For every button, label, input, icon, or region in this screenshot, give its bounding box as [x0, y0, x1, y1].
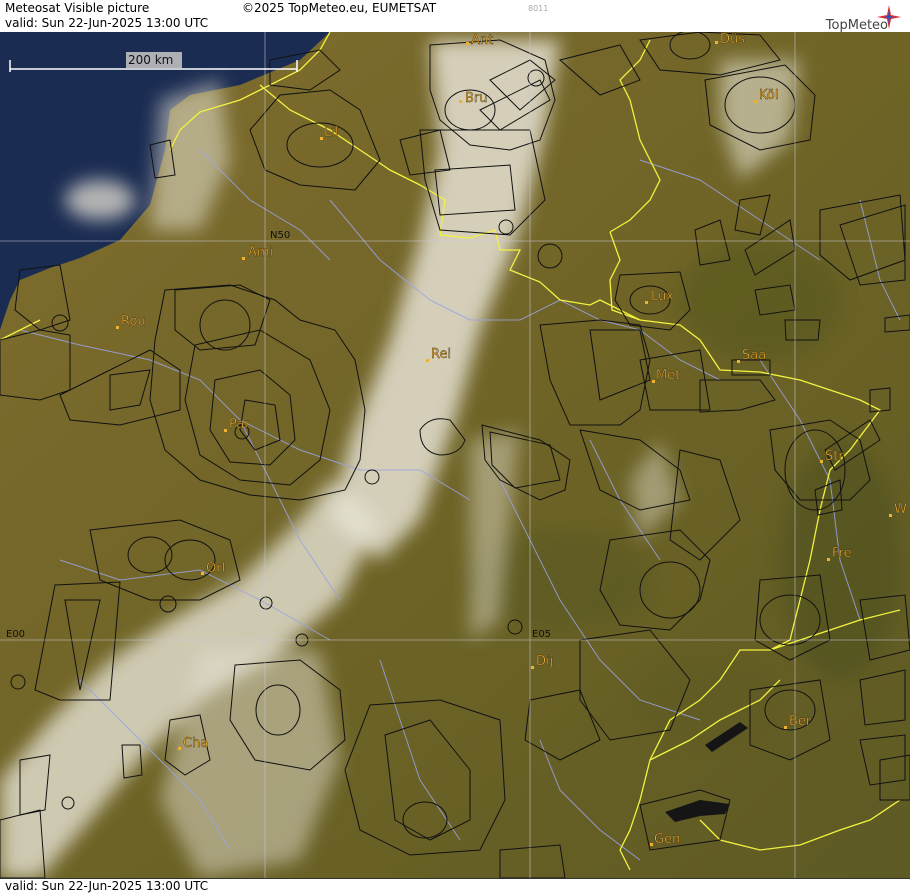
svg-text:Ant: Ant — [471, 33, 493, 48]
footer-valid-time: valid: Sun 22-Jun-2025 13:00 UTC — [5, 879, 209, 893]
svg-text:Met: Met — [656, 368, 680, 383]
lon-label-e00: E00 — [6, 629, 25, 640]
lat-label-n50: N50 — [270, 230, 290, 241]
header-bar: Meteosat Visible picture valid: Sun 22-J… — [0, 0, 910, 33]
svg-text:Orl: Orl — [206, 561, 225, 576]
svg-text:Cha: Cha — [183, 736, 208, 751]
city-dusseldorf[interactable]: Düs — [715, 32, 745, 47]
svg-text:Lil: Lil — [324, 125, 338, 140]
svg-text:Str: Str — [825, 449, 844, 464]
city-geneva[interactable]: Gen — [650, 832, 681, 847]
city-rouen[interactable]: Rou — [116, 314, 146, 329]
meteosat-viewer: Meteosat Visible picture valid: Sun 22-J… — [0, 0, 910, 893]
city-bern[interactable]: Ber — [784, 714, 812, 729]
svg-text:Köl: Köl — [759, 88, 778, 103]
footer-bar: valid: Sun 22-Jun-2025 13:00 UTC — [0, 878, 910, 893]
svg-text:Saa: Saa — [742, 348, 766, 363]
svg-text:Rei: Rei — [431, 347, 451, 362]
svg-text:Dij: Dij — [536, 654, 553, 669]
svg-text:Bru: Bru — [465, 91, 488, 106]
city-antwerp[interactable]: Ant — [466, 33, 493, 48]
svg-text:Rou: Rou — [121, 314, 146, 329]
svg-text:Fre: Fre — [832, 546, 852, 561]
satellite-map[interactable]: N50 E00 E05 200 km Ant Düs Bru Köl Lil A… — [0, 32, 910, 878]
svg-text:Düs: Düs — [720, 32, 745, 47]
city-metz[interactable]: Met — [652, 368, 681, 383]
image-code: 8011 — [528, 4, 549, 13]
svg-text:Lux: Lux — [651, 289, 674, 304]
svg-text:Ber: Ber — [789, 714, 812, 729]
product-title: Meteosat Visible picture — [5, 1, 150, 15]
valid-time: valid: Sun 22-Jun-2025 13:00 UTC — [5, 16, 209, 30]
svg-text:Gen: Gen — [654, 832, 680, 847]
city-saarbrucken[interactable]: Saa — [737, 348, 766, 363]
logo-text: TopMeteo — [825, 18, 888, 33]
topmeteo-logo[interactable]: TopMeteo — [807, 3, 902, 33]
svg-text:Ami: Ami — [248, 245, 273, 260]
svg-text:Par: Par — [229, 417, 250, 432]
lon-label-e05: E05 — [532, 629, 551, 640]
scale-bar-label: 200 km — [128, 53, 173, 67]
svg-text:W: W — [894, 502, 907, 517]
copyright-notice: ©2025 TopMeteo.eu, EUMETSAT — [242, 1, 437, 15]
city-chateauroux[interactable]: Cha — [178, 736, 208, 751]
